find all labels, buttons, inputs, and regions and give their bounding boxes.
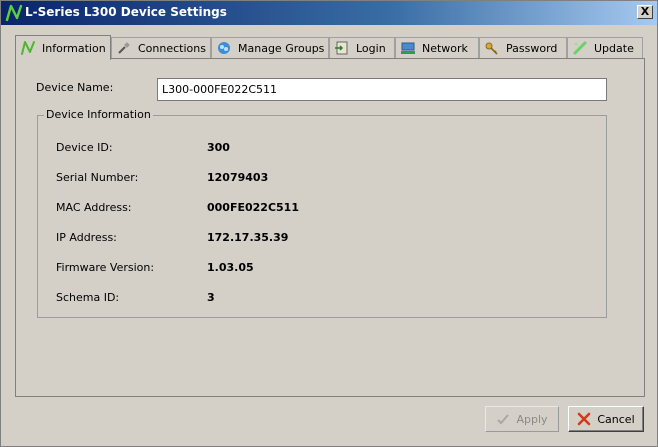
key-icon: [485, 42, 498, 55]
group-legend: Device Information: [44, 108, 153, 121]
cancel-x-icon: [578, 412, 591, 426]
tab-label: Information: [42, 41, 106, 55]
tab-label: Network: [422, 41, 468, 55]
apply-button[interactable]: Apply: [485, 406, 559, 432]
device-name-input[interactable]: L300-000FE022C511: [157, 78, 607, 101]
ip-address-value: 172.17.35.39: [207, 231, 289, 244]
schema-id-label: Schema ID:: [56, 291, 120, 304]
cancel-label: Cancel: [597, 412, 635, 426]
tab-information[interactable]: Information: [15, 35, 111, 60]
logo-n-icon: [21, 41, 35, 55]
title-bar[interactable]: L-Series L300 Device Settings X: [1, 1, 657, 25]
tab-network[interactable]: Network: [395, 37, 479, 58]
window-title: L-Series L300 Device Settings: [25, 5, 227, 19]
plug-icon: [118, 42, 130, 54]
close-button[interactable]: X: [637, 5, 653, 19]
tab-label: Manage Groups: [238, 41, 325, 55]
cancel-button[interactable]: Cancel: [568, 406, 644, 432]
tab-password[interactable]: Password: [479, 37, 567, 58]
mac-address-label: MAC Address:: [56, 201, 132, 214]
firmware-version-label: Firmware Version:: [56, 261, 155, 274]
checkmark-icon: [497, 414, 510, 425]
login-icon: [335, 41, 348, 55]
tab-connections[interactable]: Connections: [111, 37, 211, 58]
network-icon: [401, 42, 415, 54]
device-name-label: Device Name:: [36, 81, 114, 94]
mac-address-value: 000FE022C511: [207, 201, 299, 214]
firmware-version-value: 1.03.05: [207, 261, 254, 274]
tab-strip: Information Connections Manage Groups Lo…: [15, 35, 645, 60]
tab-login[interactable]: Login: [329, 37, 395, 58]
apply-label: Apply: [516, 412, 548, 426]
settings-window: L-Series L300 Device Settings X Informat…: [0, 0, 658, 447]
tab-label: Password: [506, 41, 558, 55]
tab-label: Connections: [138, 41, 206, 55]
update-icon: [573, 41, 587, 55]
tab-update[interactable]: Update: [567, 37, 643, 58]
device-information-group: Device Information: [37, 108, 607, 318]
serial-number-value: 12079403: [207, 171, 269, 184]
tab-label: Update: [594, 41, 634, 55]
serial-number-label: Serial Number:: [56, 171, 139, 184]
schema-id-value: 3: [207, 291, 215, 304]
groups-icon: [218, 42, 230, 54]
tab-manage-groups[interactable]: Manage Groups: [211, 37, 329, 58]
tab-label: Login: [356, 41, 386, 55]
ip-address-label: IP Address:: [56, 231, 117, 244]
device-id-label: Device ID:: [56, 141, 113, 154]
logo-n-icon: [5, 4, 23, 22]
device-id-value: 300: [207, 141, 230, 154]
